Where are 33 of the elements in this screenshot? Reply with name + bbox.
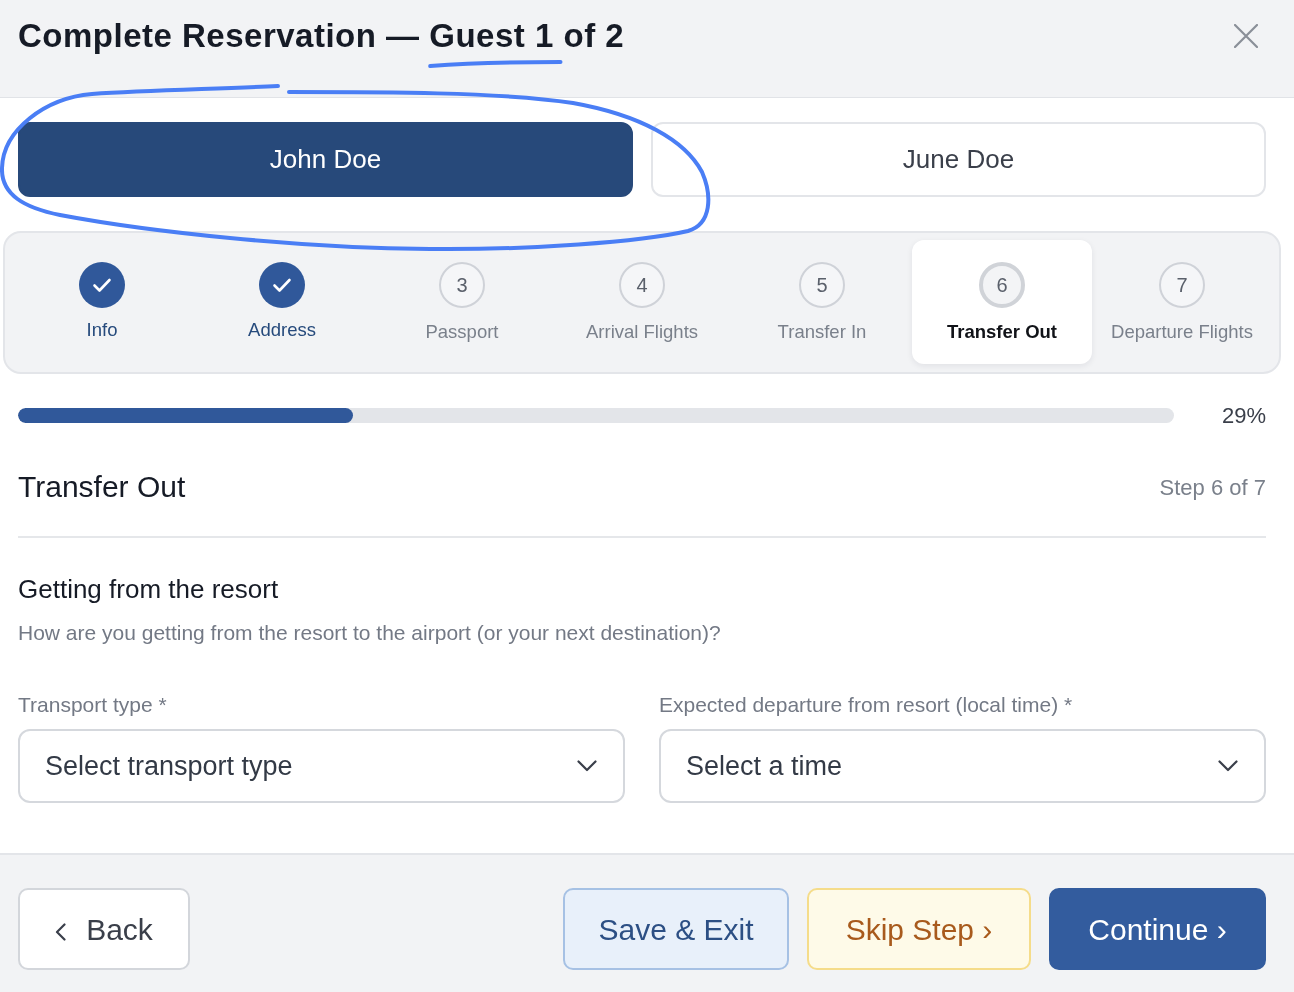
section-title: Transfer Out [18,469,186,505]
step-number: 6 [979,262,1025,308]
skip-button[interactable]: Skip Step › [807,888,1031,970]
step-label: Info [86,318,118,342]
step-number: 5 [799,262,845,308]
group-description: How are you getting from the resort to the airport (or your next destination)? [18,620,722,645]
back-button[interactable]: Back [18,888,190,970]
step-label: Passport [425,320,499,344]
step-number: 7 [1159,262,1205,308]
select-field[interactable]: Select a time [659,729,1266,803]
step-label: Transfer Out [947,320,1057,344]
dialog-title: Complete Reservation — Guest 1 of 2 [18,16,625,56]
step-label: Address [248,318,316,342]
progress-percent: 29% [1221,401,1266,430]
save-exit-button[interactable]: Save & Exit [563,888,789,970]
step-label: Departure Flights [1111,320,1253,344]
select-field[interactable]: Select transport type [18,729,625,803]
group-heading: Getting from the resort [18,574,280,605]
step-number: 3 [439,262,485,308]
close-button[interactable] [1234,24,1258,48]
close-icon [1234,24,1258,48]
step-label: Transfer In [777,320,867,344]
step-counter: Step 6 of 7 [1159,473,1266,502]
guest-tab[interactable]: June Doe [651,122,1266,197]
chevron-left-icon [55,922,67,941]
guest-tab[interactable]: John Doe [18,122,633,197]
continue-button[interactable]: Continue › [1049,888,1266,970]
chevron-down-icon [577,760,597,772]
field-label: Transport type * [18,692,168,717]
chevron-down-icon [1218,760,1238,772]
step-label: Arrival Flights [585,320,699,344]
step-number: 4 [619,262,665,308]
field-label: Expected departure from resort (local time) * [659,692,1074,717]
